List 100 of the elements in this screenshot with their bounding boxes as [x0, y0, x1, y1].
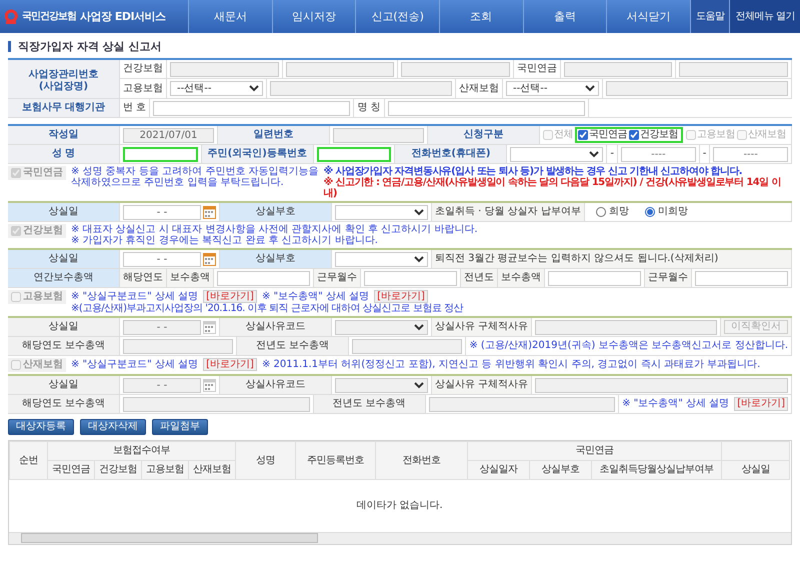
column-header: 전화번호 — [376, 442, 468, 480]
field-label: 전년도 — [461, 269, 498, 287]
note-text: ※ 대표자 상실신고 시 대표자 변경사항을 사전에 관할지사에 확인 후 신고하시기 바랍니다. — [71, 224, 478, 235]
text-field[interactable] — [153, 100, 350, 116]
note-text: ※ "상실구분코드" 상세 설명 — [71, 359, 198, 370]
field-label: 상실사유코드 — [220, 376, 332, 394]
column-header: 성명 — [236, 442, 296, 480]
logo-icon — [4, 9, 18, 24]
field-label: 작성일 — [8, 126, 120, 144]
text-field[interactable] — [388, 100, 585, 116]
field-label: 전년도 보수총액 — [237, 337, 350, 355]
checkbox[interactable] — [578, 130, 588, 140]
field-label: 보험사무 대행기관 — [8, 99, 120, 117]
column-header: 건강보험 — [94, 460, 142, 480]
checkbox-label: 산재보험 — [748, 129, 786, 141]
help-text: 퇴직전 3월간 평균보수는 입력하지 않으셔도 됩니다.(삭제처리) — [432, 250, 792, 268]
select-field[interactable] — [510, 146, 604, 162]
field-label: 보수총액 — [167, 269, 214, 287]
note-text: ※ 사업장가입자 자격변동사유(입사 또는 퇴사 등)가 발생하는 경우 신고 기한내 신고하여야 합니다. — [323, 166, 742, 177]
menu-button[interactable]: 조회 — [438, 0, 523, 33]
field-label: 국민연금 — [514, 60, 561, 78]
note-text: ※ "상실구분코드" 상세 설명 — [71, 291, 198, 302]
logo-text: 국민건강보험 — [22, 10, 76, 22]
field-label: 신청구분 — [428, 126, 540, 144]
checkbox-label: 산재보험 — [23, 359, 63, 371]
select-field[interactable]: --선택-- — [506, 81, 599, 96]
checkbox-label: 국민연금 — [23, 167, 63, 179]
app-title: 사업장 EDI서비스 — [80, 10, 166, 24]
separator-text: - — [607, 145, 618, 163]
field-label: 해당연도 보수총액 — [8, 395, 120, 413]
field-label: 해당연도 — [120, 269, 167, 287]
field-label: 보수총액 — [498, 269, 545, 287]
field-label: 상실부호 — [220, 250, 332, 268]
note-text: ※ 성명 중복자 등을 고려하여 주민번호 자동입력기능을 — [71, 166, 318, 177]
note-text: ※ "보수총액" 상세 설명 — [622, 398, 730, 410]
note-text: ※ 2011.1.1부터 허위(정정신고 포함), 지연신고 등 위반행위 확인시 주의, 경고없이 즉시 과태료가 부과됩니다. — [262, 359, 760, 370]
field-label: 상실부호 — [220, 203, 332, 221]
field-label: 연간보수총액 — [8, 269, 120, 287]
field-label: 사업장관리번호 (사업장명) — [8, 60, 120, 98]
action-button[interactable]: 대상자삭제 — [80, 419, 146, 435]
note-text: ※ (고용/산재)2019년(귀속) 보수총액은 보수총액신고서로 정산합니다. — [469, 340, 788, 352]
field-label: 상실일 — [8, 203, 120, 221]
field-label: 명 칭 — [354, 99, 385, 117]
column-header: 상실일자 — [468, 460, 530, 480]
note-text: 삭제하였으므로 주민번호 입력을 부탁드립니다. — [71, 177, 284, 188]
checkbox-label: 건강보험 — [23, 225, 63, 237]
text-field[interactable]: ---- — [713, 146, 788, 162]
checkbox-label: 전체 — [554, 129, 573, 141]
checkbox[interactable] — [629, 130, 639, 140]
separator-text: - — [700, 145, 710, 163]
text-field[interactable]: ---- — [621, 146, 696, 162]
checkbox-label: 고용보험 — [697, 129, 735, 141]
field-label: 초일취득 · 당월 상실자 납부여부 — [432, 203, 585, 221]
page-title: 직장가입자 자격 상실 신고서 — [8, 41, 162, 52]
field-label: 상실일 — [8, 318, 120, 336]
field-label: 산재보험 — [456, 79, 503, 98]
help-button[interactable]: 도움말 — [690, 0, 730, 33]
column-header: 주민등록번호 — [296, 442, 376, 480]
checkbox-label: 고용보험 — [23, 291, 63, 303]
radio-label: 미희망 — [658, 206, 688, 218]
calendar-icon[interactable] — [203, 206, 216, 218]
column-header: 보험접수여부 — [48, 442, 236, 460]
column-header: 상실일 — [722, 460, 790, 480]
column-header: 국민연금 — [48, 460, 94, 480]
action-button[interactable]: 대상자등록 — [8, 419, 74, 435]
select-field[interactable]: --선택-- — [170, 81, 263, 96]
field-label: 번 호 — [120, 99, 150, 117]
all-menu-button[interactable]: 전체메뉴 열기 — [729, 0, 800, 33]
action-button[interactable]: 파일첨부 — [152, 419, 208, 435]
field-label: 일련번호 — [218, 126, 330, 144]
field-label: 전년도 보수총액 — [314, 395, 426, 413]
field-label: 상실일 — [8, 250, 120, 268]
note-text: ※(고용/산재)부과고지사업장의 '20.1.16. 이후 퇴직 근로자에 대하여 상실신고로 보험료 정산 — [71, 303, 464, 314]
menu-button[interactable]: 임시저장 — [272, 0, 356, 33]
field-label: 상실사유 구체적사유 — [432, 376, 532, 394]
menu-button[interactable]: 출력 — [522, 0, 606, 33]
column-header: 산재보험 — [188, 460, 236, 480]
calendar-icon[interactable] — [203, 320, 216, 334]
note-text: ※ 신고기한 : 연금/고용/산재(사유발생일이 속하는 달의 다음달 15일까지) / 건강(사유발생일로부터 14일 이내) — [323, 177, 782, 199]
note-text: ※ 가입자가 휴직인 경우에는 복직신고 완료 후 신고하시기 바랍니다. — [71, 235, 378, 246]
calendar-icon[interactable] — [203, 252, 216, 266]
field-label: 상실일 — [8, 376, 120, 394]
menu-button[interactable]: 새문서 — [188, 0, 272, 33]
scrollbar[interactable] — [9, 532, 791, 544]
column-header: 초일취득당월상실납부여부 — [592, 460, 722, 480]
field-label: 근무월수 — [645, 269, 692, 287]
column-header: 국민연금 — [468, 442, 722, 460]
checkbox-label: 국민연금 — [589, 129, 627, 141]
menu-button[interactable]: 신고(전송) — [355, 0, 439, 33]
field-label: 건강보험 — [120, 60, 167, 78]
note-text: ※ "보수총액" 상세 설명 — [262, 291, 370, 302]
field-label: 상실사유코드 — [220, 318, 332, 336]
field-label: 고용보험 — [120, 79, 167, 98]
checkbox-label: 건강보험 — [640, 129, 678, 141]
calendar-icon[interactable] — [203, 378, 216, 392]
column-header: 순번 — [10, 442, 48, 480]
text-field[interactable] — [123, 146, 198, 162]
field-label: 근무월수 — [314, 269, 361, 287]
column-header: 고용보험 — [142, 460, 188, 480]
text-field[interactable] — [316, 146, 392, 162]
